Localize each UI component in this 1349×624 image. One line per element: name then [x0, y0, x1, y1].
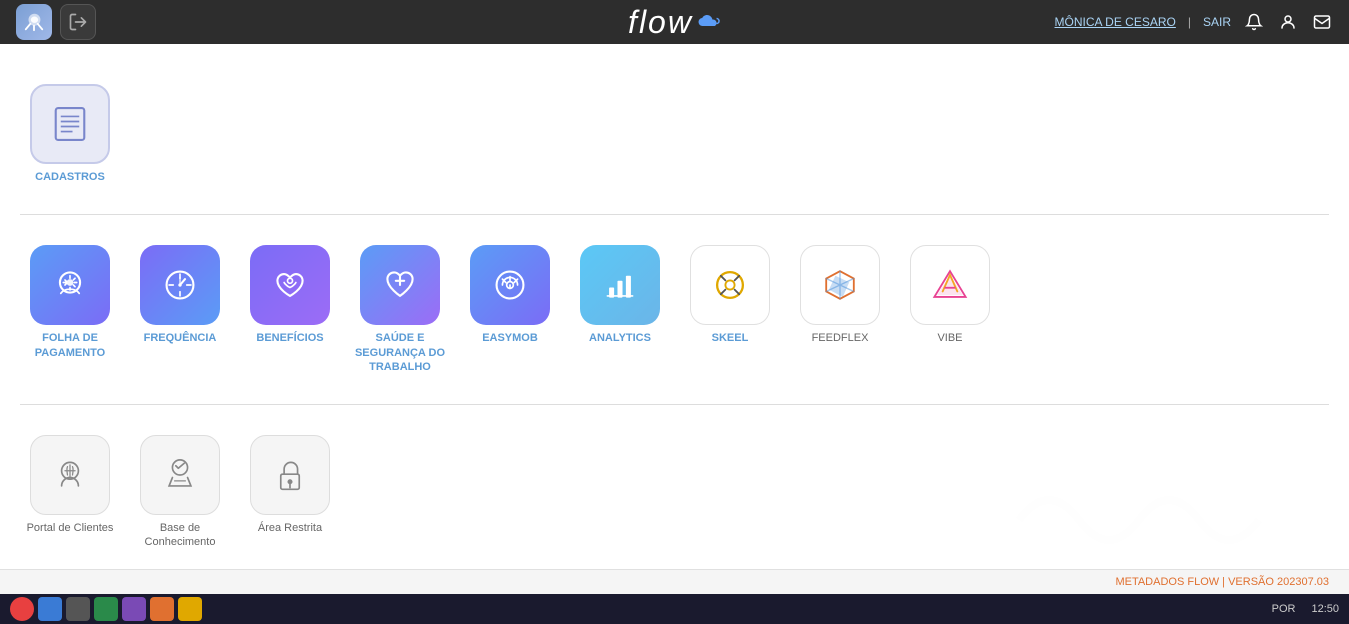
divider-1 — [20, 214, 1329, 215]
feedflex-icon — [800, 245, 880, 325]
app-easymob[interactable]: EASYMOB — [460, 245, 560, 374]
taskbar: POR 12:50 — [0, 594, 1349, 624]
cadastros-grid: CADASTROS — [20, 74, 1329, 194]
cadastros-label: CADASTROS — [35, 170, 105, 184]
beneficios-icon — [250, 245, 330, 325]
app-analytics[interactable]: ANALYTICS — [570, 245, 670, 374]
app-skeel[interactable]: SKEEL — [680, 245, 780, 374]
taskbar-item-6[interactable] — [150, 597, 174, 621]
cadastros-icon — [30, 84, 110, 164]
topnav-right: MÔNICA DE CESARO | SAIR — [1055, 11, 1334, 33]
analytics-label: ANALYTICS — [589, 331, 651, 345]
base-label: Base de Conhecimento — [130, 521, 230, 550]
app-restrita[interactable]: Área Restrita — [240, 435, 340, 550]
taskbar-item-1[interactable] — [10, 597, 34, 621]
frequencia-icon — [140, 245, 220, 325]
app-base[interactable]: Base de Conhecimento — [130, 435, 230, 550]
app-folha[interactable]: FOLHA DE PAGAMENTO — [20, 245, 120, 374]
user-link[interactable]: MÔNICA DE CESARO — [1055, 15, 1176, 29]
taskbar-item-3[interactable] — [66, 597, 90, 621]
app-frequencia[interactable]: FREQUÊNCIA — [130, 245, 230, 374]
skeel-label: SKEEL — [712, 331, 749, 345]
base-icon — [140, 435, 220, 515]
folha-label: FOLHA DE PAGAMENTO — [20, 331, 120, 360]
footer: METADADOS FLOW | VERSÃO 202307.03 — [0, 569, 1349, 594]
main-apps-grid: FOLHA DE PAGAMENTO FREQUÊNCIA — [20, 235, 1329, 384]
app-saude[interactable]: SAÚDE E SEGURANÇA DO TRABALHO — [350, 245, 450, 374]
logo-cloud-icon — [697, 14, 721, 30]
portal-icon — [30, 435, 110, 515]
bell-icon[interactable] — [1243, 11, 1265, 33]
vibe-label: VIBE — [937, 331, 962, 345]
footer-text: METADADOS FLOW | VERSÃO 202307.03 — [1115, 576, 1329, 588]
restrita-icon — [250, 435, 330, 515]
support-apps-grid: Portal de Clientes Base de Conhecimento — [20, 425, 1329, 560]
home-icon[interactable] — [16, 4, 52, 40]
divider-2 — [20, 404, 1329, 405]
taskbar-item-5[interactable] — [122, 597, 146, 621]
app-vibe[interactable]: VIBE — [900, 245, 1000, 374]
logo-text: flow — [628, 4, 693, 41]
taskbar-item-2[interactable] — [38, 597, 62, 621]
section-cadastros: CADASTROS — [20, 64, 1329, 204]
app-feedflex[interactable]: FEEDFLEX — [790, 245, 890, 374]
section-support: Portal de Clientes Base de Conhecimento — [20, 415, 1329, 570]
topnav-left — [16, 4, 96, 40]
folha-icon — [30, 245, 110, 325]
saude-icon — [360, 245, 440, 325]
user-icon[interactable] — [1277, 11, 1299, 33]
beneficios-label: BENEFÍCIOS — [256, 331, 323, 345]
vibe-icon — [910, 245, 990, 325]
taskbar-item-7[interactable] — [178, 597, 202, 621]
separator: | — [1188, 15, 1191, 29]
easymob-icon — [470, 245, 550, 325]
skeel-icon — [690, 245, 770, 325]
sair-link[interactable]: SAIR — [1203, 15, 1231, 29]
restrita-label: Área Restrita — [258, 521, 322, 535]
app-cadastros[interactable]: CADASTROS — [20, 84, 120, 184]
message-icon[interactable] — [1311, 11, 1333, 33]
taskbar-item-4[interactable] — [94, 597, 118, 621]
app-beneficios[interactable]: BENEFÍCIOS — [240, 245, 340, 374]
topnav-center: flow — [628, 4, 721, 41]
portal-label: Portal de Clientes — [27, 521, 114, 535]
frequencia-label: FREQUÊNCIA — [144, 331, 217, 345]
app-portal[interactable]: Portal de Clientes — [20, 435, 120, 550]
topnav: flow MÔNICA DE CESARO | SAIR — [0, 0, 1349, 44]
feedflex-label: FEEDFLEX — [812, 331, 869, 345]
easymob-label: EASYMOB — [482, 331, 538, 345]
main-content: CADASTROS FOLHA DE PAGAMENTO — [0, 44, 1349, 570]
taskbar-lang: POR — [1272, 603, 1296, 615]
analytics-icon — [580, 245, 660, 325]
exit-icon[interactable] — [60, 4, 96, 40]
taskbar-time: 12:50 — [1311, 603, 1339, 615]
section-main-apps: FOLHA DE PAGAMENTO FREQUÊNCIA — [20, 225, 1329, 394]
taskbar-items — [10, 597, 202, 621]
saude-label: SAÚDE E SEGURANÇA DO TRABALHO — [350, 331, 450, 374]
